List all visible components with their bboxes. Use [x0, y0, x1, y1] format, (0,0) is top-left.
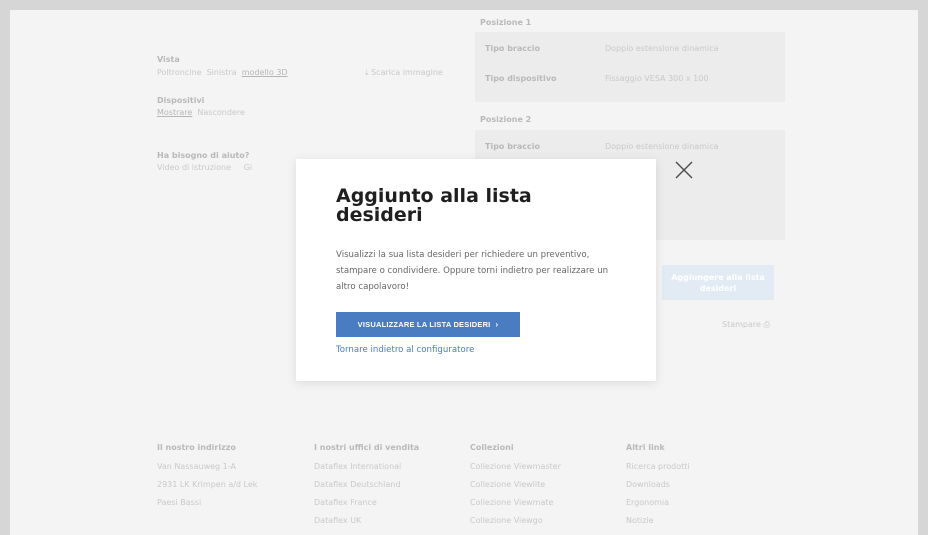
chevron-right-icon: › [495, 320, 499, 329]
wishlist-added-modal: Aggiunto alla lista desideri Visualizzi … [296, 159, 656, 381]
view-wishlist-label: VISUALIZZARE LA LISTA DESIDERI [357, 320, 491, 329]
view-wishlist-button[interactable]: VISUALIZZARE LA LISTA DESIDERI › [336, 312, 520, 337]
back-to-configurator-link[interactable]: Tornare indietro al configuratore [336, 345, 474, 355]
modal-title: Aggiunto alla lista desideri [336, 185, 532, 226]
modal-body: Visualizzi la sua lista desideri per ric… [336, 250, 609, 292]
close-icon[interactable] [673, 159, 695, 181]
